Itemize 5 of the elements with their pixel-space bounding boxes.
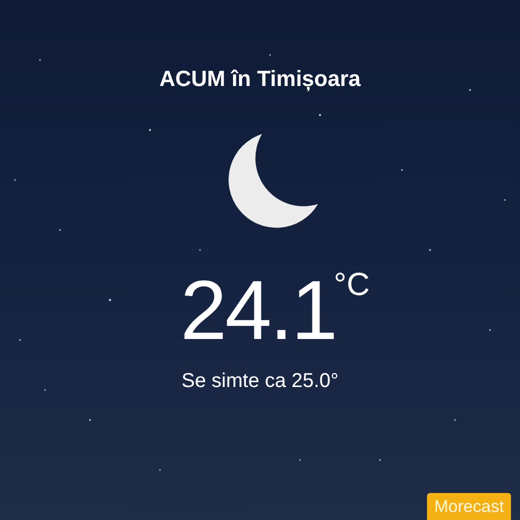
feels-like-text: Se simte ca 25.0° xyxy=(182,369,338,394)
temperature: 24.1 xyxy=(180,268,336,352)
temperature-unit: °C xyxy=(334,268,370,300)
location-title: ACUM în Timișoara xyxy=(159,65,361,94)
brand-badge[interactable]: Morecast xyxy=(427,493,511,520)
